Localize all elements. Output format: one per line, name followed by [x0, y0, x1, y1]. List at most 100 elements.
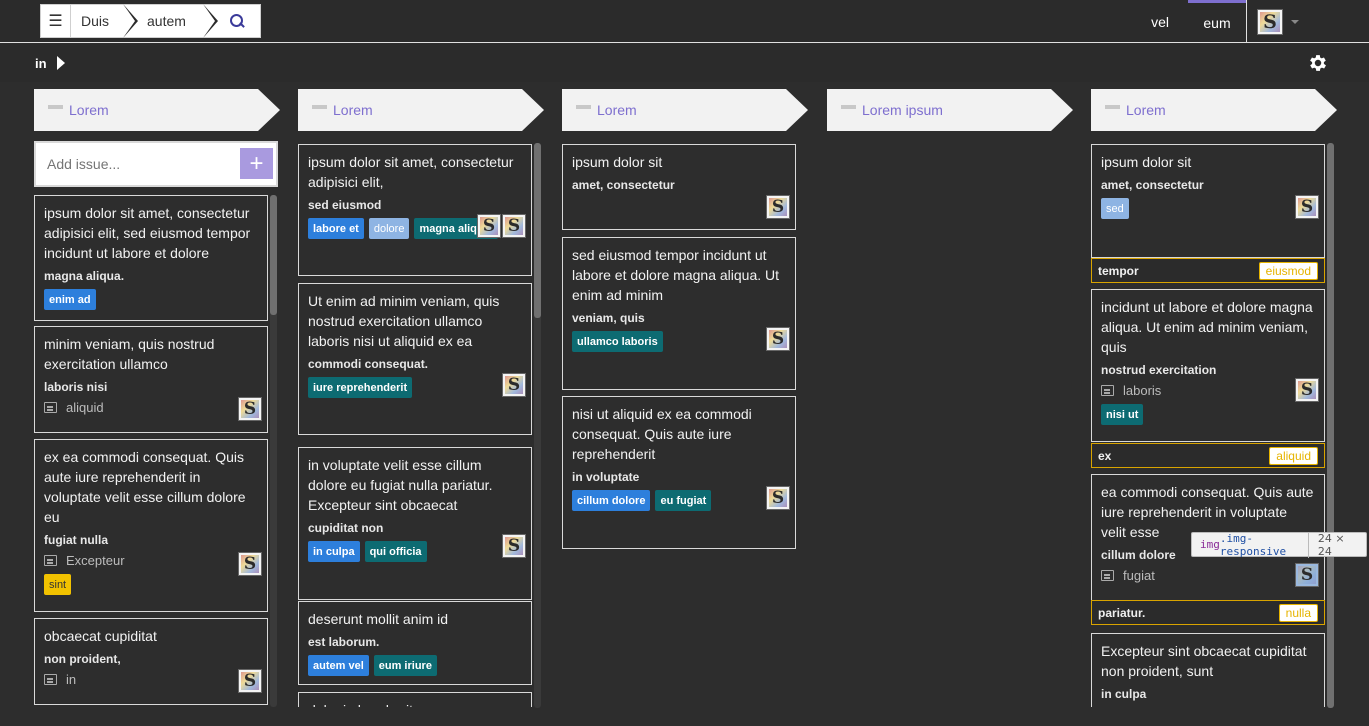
footer-badge[interactable]: aliquid — [1269, 446, 1318, 465]
card-tag[interactable]: qui officia — [364, 541, 427, 562]
card-subtitle: magna aliqua. — [44, 269, 125, 283]
caret-right-icon[interactable] — [57, 56, 65, 70]
card-tag[interactable]: nisi ut — [1101, 404, 1144, 425]
card-tags: enim ad — [44, 289, 258, 310]
footer-label: ex — [1098, 448, 1112, 463]
issue-card[interactable]: nisi ut aliquid ex ea commodi consequat.… — [562, 396, 796, 549]
card-title: Ut enim ad minim veniam, quis nostrud ex… — [308, 293, 500, 349]
assignee-avatar[interactable]: S — [1295, 563, 1319, 587]
card-tag[interactable]: eum iriure — [373, 655, 437, 676]
card-subtitle: in culpa — [1101, 687, 1147, 701]
nav-link-label: eum — [1203, 15, 1231, 31]
assignee-avatar[interactable]: S — [502, 534, 526, 558]
assignee-avatar[interactable]: S — [1295, 195, 1319, 219]
card-tag[interactable]: in culpa — [308, 541, 360, 562]
card-tag[interactable]: labore et — [308, 218, 364, 239]
card-subtitle: cupiditat non — [308, 521, 384, 535]
card-footer: ex aliquid — [1091, 443, 1325, 468]
assignee-avatar[interactable]: S — [502, 373, 526, 397]
assignee-avatar[interactable]: S — [238, 397, 262, 421]
comment-label: in — [66, 672, 77, 687]
footer-badge[interactable]: nulla — [1278, 603, 1318, 622]
footer-label: tempor — [1098, 263, 1139, 278]
tooltip-tag: img — [1200, 538, 1220, 551]
sub-toolbar: in — [0, 44, 1369, 82]
nav-link-eum[interactable]: eum — [1188, 0, 1246, 43]
issue-card[interactable]: ipsum dolor sit amet, consectetur S — [562, 144, 796, 230]
card-tags: in culpa qui officia — [308, 541, 522, 562]
assignee-avatar[interactable]: S — [766, 195, 790, 219]
breadcrumb-item-1[interactable]: Duis — [71, 4, 138, 38]
card-tags: sint — [44, 574, 258, 595]
card-title: incidunt ut labore et dolore magna aliqu… — [1101, 299, 1313, 355]
column-scrollbar[interactable] — [270, 195, 277, 707]
board-column: Lorem ipsum dolor sit amet, consectetur a… — [298, 89, 544, 708]
column-header[interactable]: Lorem ipsum — [827, 89, 1073, 131]
board-column: Lorem ipsum dolor sit amet, consectetur Sse… — [562, 89, 808, 549]
card-title: sed eiusmod tempor incidunt ut labore et… — [572, 247, 780, 303]
card-tag[interactable]: sint — [44, 574, 72, 595]
assignee-avatar[interactable]: S — [766, 486, 790, 510]
issue-card[interactable]: minim veniam, quis nostrud exercitation … — [34, 326, 268, 433]
card-tag[interactable]: iure reprehenderit — [308, 377, 413, 398]
card-tags: nisi ut — [1101, 404, 1315, 425]
issue-card[interactable]: in voluptate velit esse cillum dolore eu… — [298, 447, 532, 600]
card-tag[interactable]: ullamco laboris — [572, 331, 663, 352]
top-navbar: ☰ Duis autem vel eum S — [0, 0, 1369, 43]
card-title: nisi ut aliquid ex ea commodi consequat.… — [572, 406, 752, 462]
card-tag[interactable]: autem vel — [308, 655, 369, 676]
issue-card[interactable]: sed eiusmod tempor incidunt ut labore et… — [562, 237, 796, 390]
comment-icon — [1101, 385, 1114, 396]
footer-badge[interactable]: eiusmod — [1258, 261, 1318, 280]
assignee-avatar[interactable]: S — [238, 552, 262, 576]
issue-card[interactable]: obcaecat cupiditat non proident, in S — [34, 618, 268, 705]
assignee-avatar[interactable]: S — [1295, 378, 1319, 402]
assignee-avatar[interactable]: S — [238, 669, 262, 693]
card-footer: pariatur. nulla — [1091, 600, 1325, 625]
issue-card[interactable]: ipsum dolor sit amet, consectetur adipis… — [34, 195, 268, 321]
comment-label: aliquid — [66, 400, 104, 415]
assignee-avatar[interactable]: S — [766, 327, 790, 351]
board-label[interactable]: in — [35, 56, 47, 71]
card-subtitle: commodi consequat. — [308, 357, 429, 371]
issue-card[interactable]: Excepteur sint obcaecat cupiditat non pr… — [1091, 633, 1325, 707]
breadcrumb-label: Duis — [81, 13, 110, 29]
nav-link-vel[interactable]: vel — [1132, 0, 1188, 43]
board-column: Lorem ipsum dolor sit amet, consectetur sed… — [1091, 89, 1337, 708]
card-subtitle: nostrud exercitation — [1101, 363, 1217, 377]
card-title: in voluptate velit esse cillum dolore eu… — [308, 457, 493, 513]
issue-card[interactable]: ipsum dolor sit amet, consectetur sed S — [1091, 144, 1325, 258]
nav-link-label: vel — [1151, 13, 1169, 30]
issue-card[interactable]: ipsum dolor sit amet, consectetur adipis… — [298, 144, 532, 276]
tooltip-class: .img-responsive — [1219, 531, 1287, 558]
card-tag[interactable]: dolore — [368, 218, 410, 239]
issue-card[interactable]: dolor in hendrerit — [298, 692, 532, 707]
issue-card[interactable]: deserunt mollit anim id est laborum. autem… — [298, 601, 532, 685]
issue-card[interactable]: Ut enim ad minim veniam, quis nostrud ex… — [298, 283, 532, 435]
column-scrollbar[interactable] — [1327, 143, 1334, 708]
card-tag[interactable]: sed — [1101, 198, 1129, 219]
card-title: obcaecat cupiditat — [44, 628, 157, 644]
card-comment: laboris — [1101, 383, 1315, 398]
card-comment: fugiat — [1101, 568, 1315, 583]
issue-card[interactable]: incidunt ut labore et dolore magna aliqu… — [1091, 289, 1325, 442]
comment-icon — [44, 555, 57, 566]
issue-card[interactable]: ex ea commodi consequat. Quis aute iure … — [34, 439, 268, 612]
card-subtitle: sed eiusmod — [308, 198, 382, 212]
nav-right: vel eum S — [1132, 0, 1369, 43]
collapse-icon[interactable] — [841, 105, 856, 109]
assignee-avatar[interactable]: S — [477, 214, 501, 238]
card-tag[interactable]: enim ad — [44, 289, 96, 310]
card-title: ipsum dolor sit amet, consectetur adipis… — [44, 205, 251, 261]
gear-icon[interactable] — [1307, 52, 1329, 74]
user-menu[interactable]: S — [1246, 0, 1369, 43]
comment-icon — [44, 402, 57, 413]
tooltip-size: 24 × 24 — [1307, 531, 1366, 558]
column-scrollbar[interactable] — [534, 143, 541, 708]
assignee-avatar[interactable]: S — [502, 214, 526, 238]
user-avatar: S — [1257, 8, 1283, 35]
menu-icon[interactable]: ☰ — [41, 5, 71, 37]
card-tag[interactable]: cillum dolore — [572, 490, 651, 511]
column-title: Lorem ipsum — [862, 102, 943, 118]
card-tag[interactable]: eu fugiat — [655, 490, 712, 511]
